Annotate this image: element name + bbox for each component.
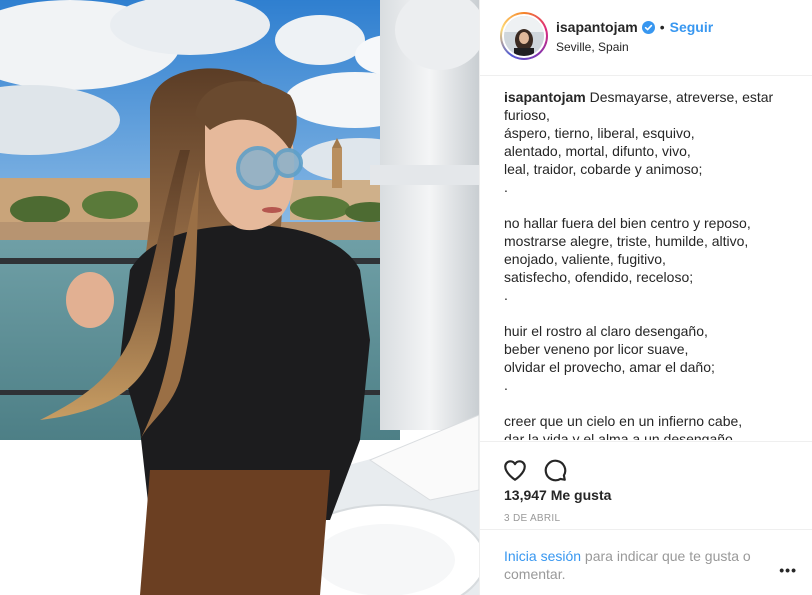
- avatar[interactable]: [500, 12, 548, 60]
- post-photo[interactable]: [0, 0, 479, 595]
- login-text: Inicia sesión para indicar que te gusta …: [504, 547, 764, 583]
- post-date[interactable]: 3 DE ABRIL: [504, 513, 560, 524]
- login-link[interactable]: Inicia sesión: [504, 548, 581, 564]
- follow-button[interactable]: Seguir: [670, 19, 714, 35]
- post-sidebar: isapantojam • Seguir Seville, Spain isap…: [479, 0, 812, 595]
- caption-text: Desmayarse, atreverse, estar furioso, ás…: [504, 89, 774, 440]
- post-photo-image: [0, 0, 479, 595]
- post-header: isapantojam • Seguir Seville, Spain: [480, 0, 812, 76]
- action-icons: [480, 442, 812, 488]
- more-options-icon[interactable]: •••: [779, 562, 797, 578]
- login-prompt: Inicia sesión para indicar que te gusta …: [480, 529, 812, 595]
- header-row: isapantojam • Seguir: [556, 18, 713, 36]
- actions-section: 13,947 Me gusta 3 DE ABRIL: [480, 441, 812, 524]
- header-separator: •: [659, 19, 665, 35]
- caption-username[interactable]: isapantojam: [504, 89, 586, 105]
- avatar-border: [502, 14, 546, 58]
- header-text: isapantojam • Seguir Seville, Spain: [556, 18, 713, 54]
- caption-scroll-area[interactable]: isapantojam Desmayarse, atreverse, estar…: [504, 88, 794, 440]
- avatar-image: [504, 16, 544, 56]
- comment-icon[interactable]: [542, 457, 568, 483]
- username-link[interactable]: isapantojam: [556, 19, 638, 35]
- heart-icon[interactable]: [502, 457, 528, 483]
- location-link[interactable]: Seville, Spain: [556, 40, 713, 54]
- likes-count[interactable]: 13,947 Me gusta: [504, 487, 611, 503]
- verified-badge-icon: [641, 20, 655, 34]
- caption: isapantojam Desmayarse, atreverse, estar…: [504, 88, 794, 440]
